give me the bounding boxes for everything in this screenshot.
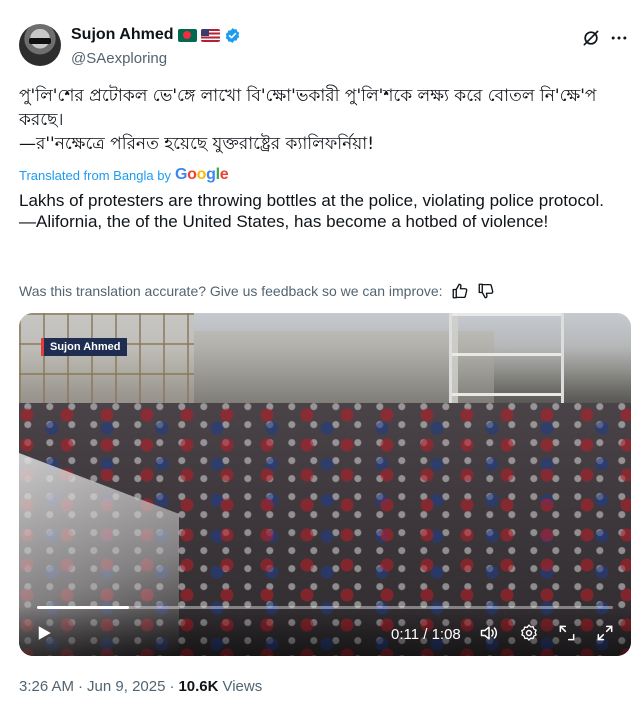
play-icon[interactable] <box>35 624 53 642</box>
original-line: পু'লি'শের প্রটোকল ভে'ঙ্গে লাখো বি'ক্ষো'ভ… <box>19 86 597 130</box>
display-name[interactable]: Sujon Ahmed <box>71 26 174 44</box>
original-line: —র''নক্ষেত্রে পরিনত হয়েছে যুক্তরাষ্ট্রে… <box>19 134 375 154</box>
name-row: Sujon Ahmed <box>71 26 241 44</box>
google-logo: Google <box>174 166 229 183</box>
post-time[interactable]: 3:26 AM <box>19 678 74 695</box>
user-handle[interactable]: @SAexploring <box>71 50 167 67</box>
views-label: Views <box>222 678 263 695</box>
post-header: Sujon Ahmed @SAexploring <box>19 22 629 72</box>
settings-icon[interactable] <box>519 623 539 643</box>
video-time: 0:11 / 1:08 <box>391 626 461 643</box>
feedback-prompt: Was this translation accurate? Give us f… <box>19 283 443 299</box>
thumbs-up-icon[interactable] <box>451 282 469 300</box>
original-post-text: পু'লি'শের প্রটোকল ভে'ঙ্গে লাখো বি'ক্ষো'ভ… <box>19 84 624 156</box>
verified-icon[interactable] <box>224 27 241 44</box>
thumbs-down-icon[interactable] <box>477 282 495 300</box>
bangladesh-flag-icon <box>177 28 197 42</box>
post-date[interactable]: Jun 9, 2025 <box>87 678 165 695</box>
video-progress-fill <box>37 606 130 609</box>
video-progress-bar[interactable] <box>37 606 613 609</box>
views-count: 10.6K <box>178 678 219 695</box>
meta-separator: · <box>78 678 84 695</box>
translation-feedback: Was this translation accurate? Give us f… <box>19 282 495 300</box>
minimize-icon[interactable] <box>557 623 577 643</box>
grok-icon[interactable] <box>581 28 601 48</box>
video-player[interactable]: Sujon Ahmed 0:11 / 1:08 <box>19 313 631 656</box>
video-controls: 0:11 / 1:08 <box>19 606 631 656</box>
volume-icon[interactable] <box>479 623 499 643</box>
translated-from-label[interactable]: Translated from Bangla by <box>19 168 171 183</box>
avatar[interactable] <box>19 24 61 66</box>
translation-line: —Alifornia, the of the United States, ha… <box>19 212 549 231</box>
translated-from[interactable]: Translated from Bangla by Google <box>19 166 229 184</box>
video-watermark: Sujon Ahmed <box>41 338 127 356</box>
more-icon[interactable] <box>609 28 629 48</box>
translated-post-text: Lakhs of protesters are throwing bottles… <box>19 190 629 232</box>
meta-separator: · <box>169 678 175 695</box>
post-meta: 3:26 AM · Jun 9, 2025 · 10.6K Views <box>19 678 262 695</box>
translation-line: Lakhs of protesters are throwing bottles… <box>19 191 604 210</box>
us-flag-icon <box>200 28 220 42</box>
fullscreen-icon[interactable] <box>595 623 615 643</box>
